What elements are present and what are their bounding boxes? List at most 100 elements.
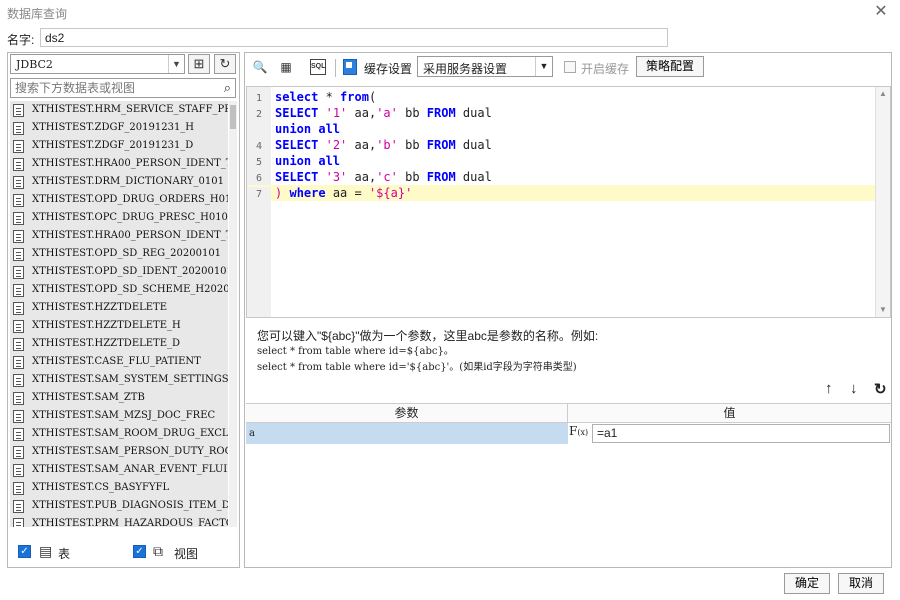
table-list-item[interactable]: XTHISTEST.CASE_FLU_PATIENT bbox=[10, 353, 228, 371]
table-list-item[interactable]: XTHISTEST.PRM_HAZARDOUS_FACTORS bbox=[10, 515, 228, 527]
table-list-item[interactable]: XTHISTEST.SAM_ANAR_EVENT_FLUID_US bbox=[10, 461, 228, 479]
chevron-down-icon[interactable]: ▼ bbox=[168, 55, 184, 73]
table-name: XTHISTEST.HZZTDELETE_H bbox=[32, 320, 181, 331]
ok-button[interactable]: 确定 bbox=[784, 573, 830, 594]
table-list-item[interactable]: XTHISTEST.HZZTDELETE_D bbox=[10, 335, 228, 353]
formula-icon[interactable]: F(x) bbox=[569, 424, 591, 444]
table-icon bbox=[13, 139, 24, 153]
table-list-item[interactable]: XTHISTEST.PUB_DIAGNOSIS_ITEM_DICT bbox=[10, 497, 228, 515]
cache-settings-label[interactable]: 缓存设置 bbox=[364, 60, 412, 77]
code-line[interactable]: 2 SELECT '1' aa,'a' bb FROM dual bbox=[247, 105, 875, 123]
table-icon bbox=[13, 409, 24, 423]
param-value-input[interactable]: =a1 bbox=[592, 424, 890, 443]
table-name: XTHISTEST.OPD_SD_SCHEME_H20200101 bbox=[32, 284, 228, 295]
search-icon[interactable]: ⌕ bbox=[224, 80, 231, 96]
datasource-panel: JDBC2 ▼ ⊞ ↻ ⌕ XTHISTEST.HRM_SERVICE_STAF… bbox=[7, 52, 240, 568]
table-list-item[interactable]: XTHISTEST.SAM_SYSTEM_SETTINGS bbox=[10, 371, 228, 389]
param-name-cell[interactable]: a bbox=[246, 423, 568, 444]
table-list-item[interactable]: XTHISTEST.HZZTDELETE_H bbox=[10, 317, 228, 335]
table-search[interactable]: ⌕ bbox=[10, 78, 236, 98]
table-search-input[interactable] bbox=[11, 79, 211, 97]
table-icon bbox=[13, 373, 24, 387]
table-list-item[interactable]: XTHISTEST.CS_BASYFYFL bbox=[10, 479, 228, 497]
table-name: XTHISTEST.HZZTDELETE_D bbox=[32, 338, 181, 349]
table-list-item[interactable]: XTHISTEST.SAM_MZSJ_DOC_FREC bbox=[10, 407, 228, 425]
code-line[interactable]: 6 SELECT '3' aa,'c' bb FROM dual bbox=[247, 169, 875, 187]
code-line-current[interactable]: 7) where aa = '${a}' bbox=[247, 185, 875, 203]
table-icon bbox=[13, 157, 24, 171]
sql-editor[interactable]: 1 select * from( 2 SELECT '1' aa,'a' bb FR… bbox=[246, 86, 891, 318]
table-list-item[interactable]: XTHISTEST.ZDGF_20191231_D bbox=[10, 137, 228, 155]
table-list-item[interactable]: XTHISTEST.OPC_DRUG_PRESC_H0101 bbox=[10, 209, 228, 227]
table-icon bbox=[13, 463, 24, 477]
editor-scrollbar[interactable]: ▲ ▼ bbox=[875, 87, 890, 317]
value-column-header: 值 bbox=[723, 406, 736, 420]
move-down-icon[interactable]: ↓ bbox=[850, 380, 858, 397]
hint-line-1: 您可以键入"${abc}"做为一个参数，这里abc是参数的名称。例如: bbox=[257, 329, 599, 343]
code-line[interactable]: 5 union all bbox=[247, 153, 875, 171]
close-icon[interactable]: ✕ bbox=[872, 3, 890, 21]
preview-table-button[interactable]: ⊞ bbox=[188, 54, 210, 74]
table-icon bbox=[13, 427, 24, 441]
parameter-table: 参数 值 a F(x) =a1 bbox=[246, 403, 891, 567]
cache-option-select[interactable]: 采用服务器设置 ▼ bbox=[417, 56, 553, 77]
chevron-down-icon[interactable]: ▼ bbox=[535, 57, 552, 76]
scroll-down-icon[interactable]: ▼ bbox=[876, 303, 890, 317]
table-list-item[interactable]: XTHISTEST.OPD_SD_REG_20200101 bbox=[10, 245, 228, 263]
cancel-button[interactable]: 取消 bbox=[838, 573, 884, 594]
table-name: XTHISTEST.SAM_ANAR_EVENT_FLUID_US bbox=[32, 464, 228, 475]
table-name: XTHISTEST.SAM_ROOM_DRUG_EXCLUDE bbox=[32, 428, 228, 439]
table-list-item[interactable]: XTHISTEST.OPD_SD_SCHEME_H20200101 bbox=[10, 281, 228, 299]
table-name: XTHISTEST.PRM_HAZARDOUS_FACTORS bbox=[32, 518, 228, 527]
name-label: 名字: bbox=[7, 33, 35, 47]
enable-cache-checkbox[interactable] bbox=[564, 61, 576, 73]
table-name: XTHISTEST.ZDGF_20191231_D bbox=[32, 140, 194, 151]
table-list-item[interactable]: XTHISTEST.SAM_PERSON_DUTY_ROOM bbox=[10, 443, 228, 461]
cache-settings-icon[interactable] bbox=[343, 59, 357, 75]
table-name: XTHISTEST.SAM_ZTB bbox=[32, 392, 145, 403]
table-icon bbox=[13, 265, 24, 279]
table-list-item[interactable]: XTHISTEST.SAM_ZTB bbox=[10, 389, 228, 407]
table-name: XTHISTEST.ZDGF_20191231_H bbox=[32, 122, 195, 133]
move-up-icon[interactable]: ↑ bbox=[825, 380, 833, 397]
table-icon bbox=[13, 517, 24, 527]
table-icon: ▤ bbox=[39, 543, 53, 559]
table-icon bbox=[13, 229, 24, 243]
cache-option-value: 采用服务器设置 bbox=[423, 62, 508, 76]
table-name: XTHISTEST.HZZTDELETE bbox=[32, 302, 168, 313]
refresh-params-icon[interactable]: ↻ bbox=[874, 380, 887, 398]
table-list-item[interactable]: XTHISTEST.SAM_ROOM_DRUG_EXCLUDE bbox=[10, 425, 228, 443]
line-number: 7 bbox=[247, 187, 271, 203]
table-name: XTHISTEST.SAM_MZSJ_DOC_FREC bbox=[32, 410, 216, 421]
param-column-header: 参数 bbox=[246, 404, 568, 422]
table-filter-label: 表 bbox=[58, 547, 71, 561]
table-list-item[interactable]: XTHISTEST.DRM_DICTIONARY_0101 bbox=[10, 173, 228, 191]
code-line[interactable]: 1 select * from( bbox=[247, 89, 875, 107]
code-line[interactable]: 4 SELECT '2' aa,'b' bb FROM dual bbox=[247, 137, 875, 155]
table-list-item[interactable]: XTHISTEST.HZZTDELETE bbox=[10, 299, 228, 317]
preview-icon[interactable]: 🔍 bbox=[252, 59, 268, 75]
name-input[interactable] bbox=[40, 28, 668, 47]
refresh-button[interactable]: ↻ bbox=[214, 54, 236, 74]
view-filter-checkbox[interactable]: ✓ bbox=[133, 545, 146, 558]
code-line[interactable]: 0union all bbox=[247, 121, 875, 137]
table-list-scrollbar[interactable] bbox=[229, 101, 237, 527]
table-list-item[interactable]: XTHISTEST.HRA00_PERSON_IDENT_TEMP bbox=[10, 155, 228, 173]
table-list-item[interactable]: XTHISTEST.HRM_SERVICE_STAFF_PROF_ bbox=[10, 101, 228, 119]
parameter-row[interactable]: a F(x) =a1 bbox=[246, 423, 891, 445]
table-name: XTHISTEST.OPD_SD_REG_20200101 bbox=[32, 248, 222, 259]
table-icon bbox=[13, 301, 24, 315]
table-icon bbox=[13, 175, 24, 189]
table-list: XTHISTEST.HRM_SERVICE_STAFF_PROF_ XTHISTE… bbox=[10, 101, 228, 527]
scroll-up-icon[interactable]: ▲ bbox=[876, 87, 890, 101]
table-list-item[interactable]: XTHISTEST.ZDGF_20191231_H bbox=[10, 119, 228, 137]
sql-format-icon[interactable]: SQL bbox=[310, 59, 326, 75]
sql-file-icon[interactable]: ▦ bbox=[278, 59, 294, 75]
table-list-item[interactable]: XTHISTEST.HRA00_PERSON_IDENT_TEST bbox=[10, 227, 228, 245]
table-list-item[interactable]: XTHISTEST.OPD_DRUG_ORDERS_H0101 bbox=[10, 191, 228, 209]
strategy-config-button[interactable]: 策略配置 bbox=[636, 56, 704, 77]
table-list-item[interactable]: XTHISTEST.OPD_SD_IDENT_20200101 bbox=[10, 263, 228, 281]
connection-select[interactable]: JDBC2 ▼ bbox=[10, 54, 185, 74]
scrollbar-thumb[interactable] bbox=[230, 105, 236, 129]
table-filter-checkbox[interactable]: ✓ bbox=[18, 545, 31, 558]
